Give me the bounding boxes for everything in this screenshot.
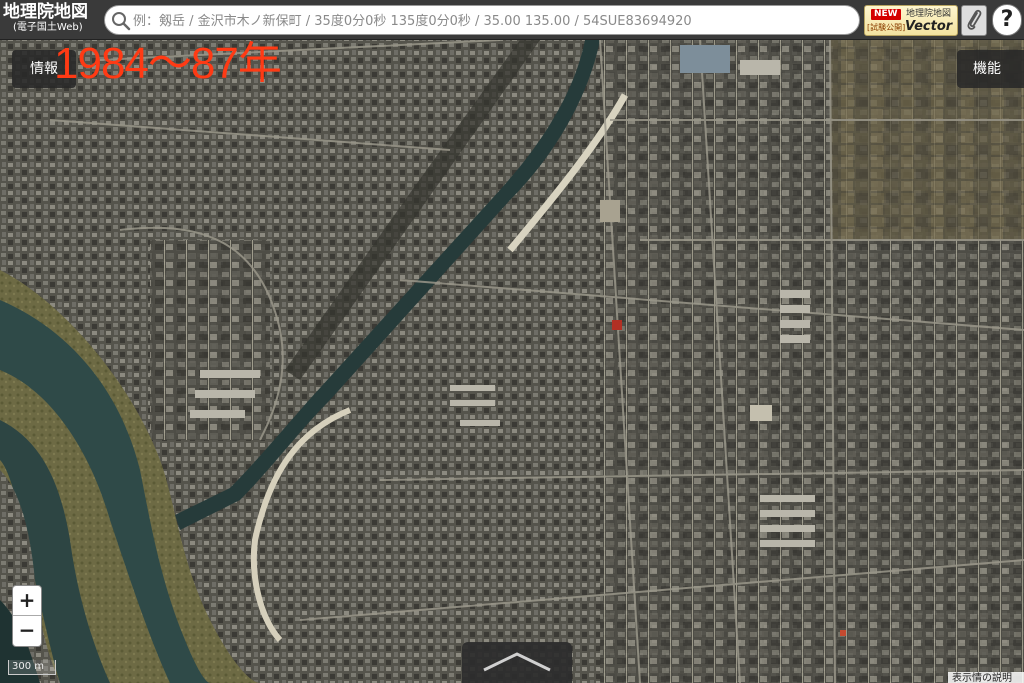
link-button[interactable] [961, 5, 987, 36]
logo-subtitle: (電子国土Web) [13, 22, 83, 33]
zoom-control: + − [12, 585, 42, 647]
chevron-up-icon [483, 652, 551, 672]
new-badge: NEW [871, 9, 901, 20]
paperclip-icon [967, 9, 982, 30]
zoom-out-button[interactable]: − [13, 616, 41, 646]
zoom-in-button[interactable]: + [13, 586, 41, 616]
search-input[interactable] [133, 9, 853, 33]
logo-title: 地理院地図 [3, 2, 88, 22]
bottom-panel-toggle[interactable] [462, 642, 572, 683]
search-icon[interactable] [111, 11, 131, 31]
aerial-map[interactable] [0, 0, 1024, 683]
footer-note[interactable]: 表示情の説明 [948, 672, 1024, 683]
top-toolbar: 地理院地図 (電子国土Web) NEW 地理院地図 [試験公開] Vector … [0, 0, 1024, 40]
scale-bar: 300 m [8, 660, 56, 675]
year-overlay-label: 1984〜87年 [54, 39, 282, 88]
vector-map-button[interactable]: NEW 地理院地図 [試験公開] Vector [864, 5, 958, 36]
search-box[interactable] [104, 5, 860, 35]
help-button[interactable]: ? [992, 4, 1022, 36]
aerial-photo [0, 0, 1024, 683]
trial-label: [試験公開] [867, 23, 906, 32]
vector-label: Vector [905, 19, 953, 34]
app-logo[interactable]: 地理院地図 (電子国土Web) [3, 2, 99, 34]
function-button[interactable]: 機能 [957, 50, 1024, 88]
